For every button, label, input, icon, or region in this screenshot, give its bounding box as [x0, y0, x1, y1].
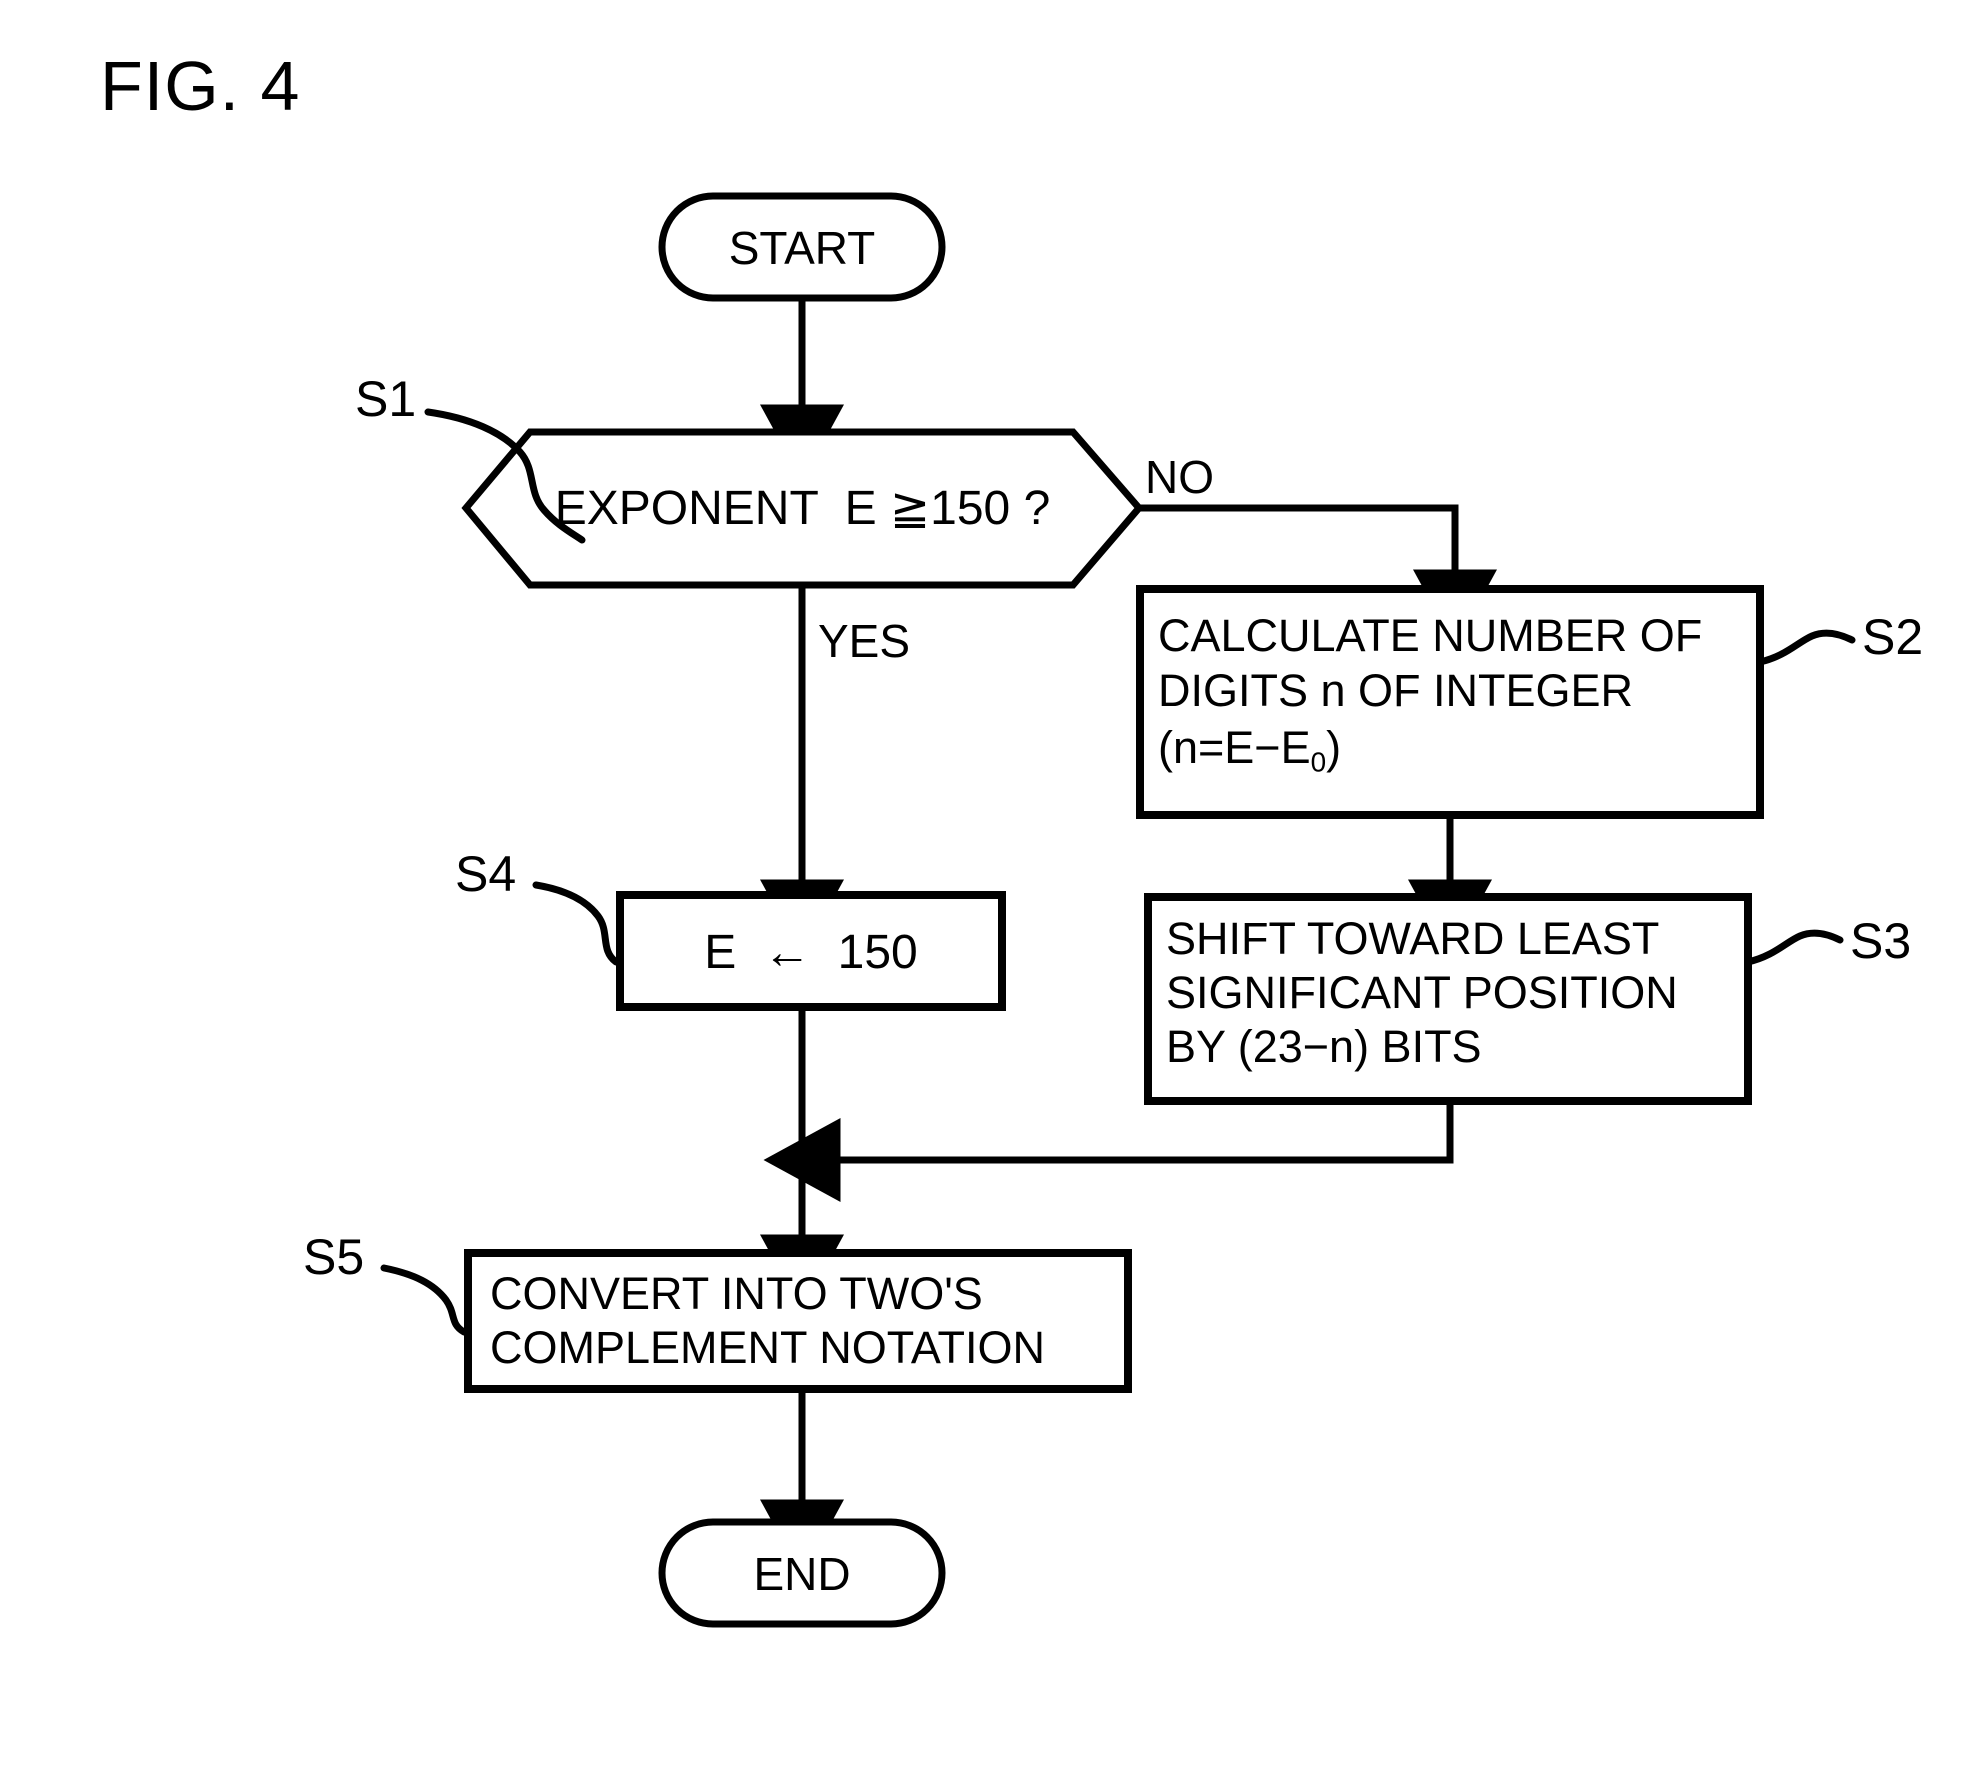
end-label: END	[753, 1548, 851, 1600]
process-s3-line3: BY (23−n) BITS	[1166, 1021, 1482, 1072]
s2-formula-post: )	[1326, 722, 1342, 773]
edge-label-yes: YES	[818, 615, 911, 667]
process-s4-label: E ← 150	[704, 926, 918, 979]
leader-s4	[532, 881, 620, 966]
leader-s2	[1756, 629, 1856, 666]
leader-s3	[1744, 929, 1844, 966]
step-label-s3: S3	[1850, 913, 1912, 969]
figure-canvas: FIG. 4 START EXPONENT E ≧150 ? S1 NO YES…	[0, 0, 1975, 1787]
leader-s5	[380, 1264, 468, 1336]
step-label-s1: S1	[355, 371, 417, 427]
decision-s1-label: EXPONENT E ≧150 ?	[554, 482, 1051, 535]
edge-no-to-s2	[1139, 504, 1497, 647]
process-s3-line2: SIGNIFICANT POSITION	[1166, 967, 1678, 1018]
step-label-s4: S4	[455, 846, 517, 902]
process-s5-line1: CONVERT INTO TWO'S	[490, 1268, 983, 1319]
start-label: START	[728, 222, 876, 274]
edge-label-no: NO	[1145, 451, 1214, 503]
process-s5-line2: COMPLEMENT NOTATION	[490, 1322, 1046, 1373]
step-label-s5: S5	[303, 1229, 365, 1285]
s2-formula-subscript: 0	[1310, 746, 1327, 778]
process-s2-line2: DIGITS n OF INTEGER	[1158, 665, 1634, 716]
step-label-s2: S2	[1862, 609, 1924, 665]
edge-s3-to-merge	[763, 1101, 1454, 1202]
process-s2-line3: (n=E−E0)	[1158, 722, 1341, 779]
process-s3-line1: SHIFT TOWARD LEAST	[1166, 913, 1660, 964]
flowchart-graphics	[380, 192, 1856, 1628]
process-s2-line1: CALCULATE NUMBER OF	[1158, 610, 1703, 661]
s2-formula-pre: (n=E−E	[1158, 722, 1311, 773]
